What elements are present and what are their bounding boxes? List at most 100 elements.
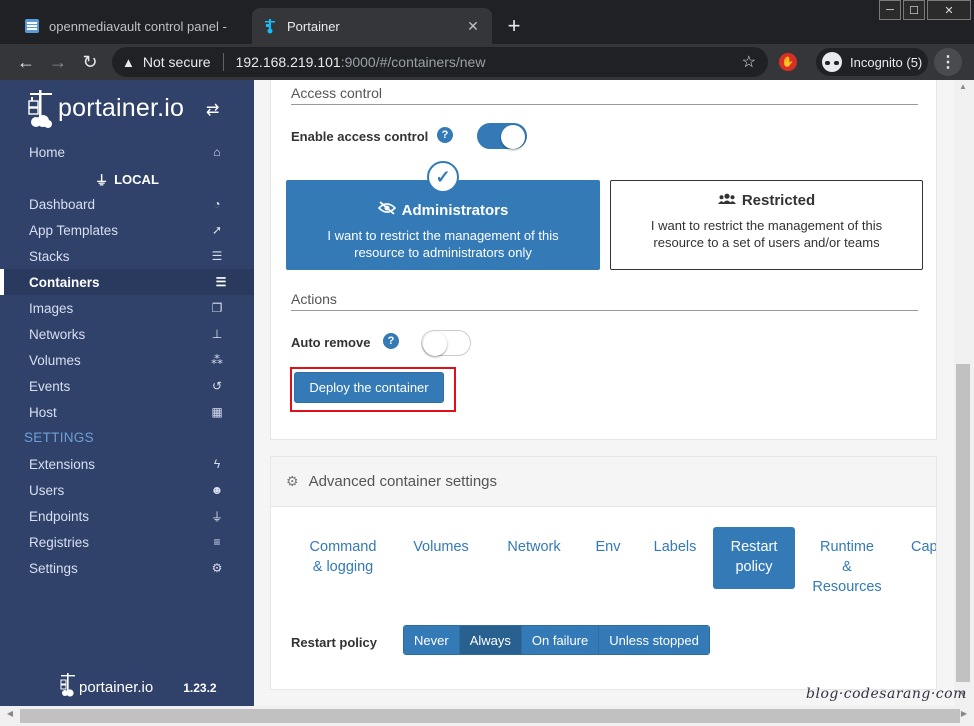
sidebar-item-label: Settings [29, 560, 78, 576]
browser-tab-omv[interactable]: openmediavault control panel - [14, 8, 242, 44]
restart-on-failure-option[interactable]: On failure [521, 626, 600, 654]
highlight-annotation [290, 367, 456, 412]
tab-command-logging[interactable]: Command & logging [299, 527, 387, 589]
sidebar-item-label: Containers [29, 274, 100, 290]
advanced-settings-panel: ⚙ Advanced container settings Command & … [270, 456, 937, 690]
sidebar-item-users[interactable]: Users ☻ [0, 477, 254, 503]
back-arrow-icon[interactable]: ← [12, 48, 40, 76]
tab-labels[interactable]: Labels [643, 527, 707, 589]
tab-label: & logging [312, 559, 374, 575]
tab-network[interactable]: Network [495, 527, 573, 589]
url-host[interactable]: 192.168.219.101 [236, 54, 341, 70]
browser-tab-title: openmediavault control panel - [49, 18, 227, 34]
auto-remove-label: Auto remove [291, 335, 371, 350]
browser-menu-icon[interactable]: ⋮ [934, 48, 962, 76]
settings-heading: SETTINGS [24, 430, 94, 445]
forward-arrow-icon[interactable]: → [44, 48, 72, 76]
sidebar-item-stacks[interactable]: Stacks ☰ [0, 243, 254, 269]
question-circle-icon[interactable]: ? [437, 127, 453, 143]
browser-tab-title: Portainer [287, 18, 340, 34]
sidebar-item-images[interactable]: Images ❐ [0, 295, 254, 321]
sidebar-item-label: App Templates [29, 222, 119, 238]
tab-runtime-resources[interactable]: Runtime & Resources [803, 527, 891, 595]
advanced-settings-title: Advanced container settings [308, 473, 498, 490]
extension-stop-icon[interactable]: ✋ [779, 53, 797, 71]
url-path[interactable]: :9000/#/containers/new [341, 54, 486, 70]
administrators-option[interactable]: Administrators I want to restrict the ma… [286, 180, 600, 270]
sidebar-item-label: Registries [29, 534, 90, 550]
restart-never-option[interactable]: Never [404, 626, 460, 654]
browser-tab-portainer[interactable]: Portainer ✕ [252, 8, 492, 44]
omv-favicon-icon [24, 18, 40, 34]
tachometer-icon: ◔ [213, 197, 221, 211]
sidebar-item-dashboard[interactable]: Dashboard ◔ [0, 191, 254, 217]
tab-label: Runtime [820, 539, 874, 555]
sidebar-item-label: Home [29, 144, 66, 160]
users-icon: ☻ [210, 483, 224, 497]
tab-label: Network [507, 539, 561, 555]
sidebar-item-settings[interactable]: Settings ⚙ [0, 555, 254, 581]
scroll-right-arrow-icon[interactable]: ▶ [957, 709, 971, 723]
sidebar-item-home[interactable]: Home ⌂ [0, 139, 254, 165]
toggle-knob [501, 125, 525, 149]
access-control-toggle[interactable] [477, 123, 527, 149]
bolt-icon: ϟ [213, 457, 221, 471]
tab-label: Resources [812, 579, 882, 595]
sidebar-item-events[interactable]: Events ↺ [0, 373, 254, 399]
warning-triangle-icon[interactable]: ▲ [122, 55, 135, 70]
sidebar-item-networks[interactable]: Networks ⊥ [0, 321, 254, 347]
tab-env[interactable]: Env [589, 527, 627, 589]
tab-restart-policy[interactable]: Restart policy [713, 527, 795, 589]
minimize-button[interactable]: ─ [879, 0, 901, 20]
sidebar-footer: portainer.io 1.23.2 [60, 672, 217, 703]
sidebar-item-containers[interactable]: Containers ☰ [0, 269, 254, 295]
security-status[interactable]: Not secure [143, 54, 211, 70]
plug-icon: ⏚ [210, 509, 223, 524]
horizontal-scrollbar[interactable]: ◀ ▶ [0, 706, 974, 726]
brand-name: portainer.io [58, 93, 185, 122]
th-list-icon: ☰ [211, 249, 223, 263]
sidebar-item-app-templates[interactable]: App Templates ➚ [0, 217, 254, 243]
address-bar[interactable]: ▲ Not secure 192.168.219.101 :9000/#/con… [112, 47, 768, 77]
swap-endpoint-icon[interactable]: ⇄ [206, 100, 219, 120]
restart-always-option[interactable]: Always [459, 626, 522, 654]
question-circle-icon[interactable]: ? [383, 333, 399, 349]
tab-close-icon[interactable]: ✕ [464, 17, 482, 35]
sitemap-icon: ⊥ [211, 327, 223, 341]
users-icon [717, 193, 736, 208]
sidebar-item-volumes[interactable]: Volumes ⁂ [0, 347, 254, 373]
rocket-icon: ➚ [211, 223, 223, 237]
cogs-icon: ⚙ [211, 561, 223, 575]
portainer-crane-icon [60, 672, 76, 703]
sidebar-item-extensions[interactable]: Extensions ϟ [0, 451, 254, 477]
vertical-scroll-thumb[interactable] [956, 364, 970, 682]
restricted-option[interactable]: Restricted I want to restrict the manage… [610, 180, 923, 270]
advanced-tabs: Command & logging Volumes Network Env La… [271, 527, 936, 597]
scroll-up-arrow-icon[interactable]: ▲ [954, 82, 972, 96]
new-tab-button[interactable]: + [500, 12, 528, 40]
bookmark-star-icon[interactable]: ☆ [742, 52, 756, 72]
th-icon: ▦ [211, 405, 223, 419]
portainer-logo[interactable]: portainer.io [28, 86, 184, 130]
scroll-left-arrow-icon[interactable]: ◀ [3, 709, 17, 723]
tab-volumes[interactable]: Volumes [403, 527, 479, 589]
sidebar-item-label: Stacks [29, 248, 70, 264]
tab-label: Command [309, 539, 377, 555]
tab-capabilities[interactable]: Capab [911, 527, 936, 589]
tab-label: & [842, 559, 852, 575]
vertical-scrollbar[interactable]: ▲ ▼ [954, 80, 974, 706]
sidebar-item-host[interactable]: Host ▦ [0, 399, 254, 425]
tab-label: policy [735, 559, 773, 575]
auto-remove-toggle[interactable] [421, 330, 471, 356]
browser-tab-strip: openmediavault control panel - Portainer… [0, 0, 974, 44]
portainer-crane-icon [28, 88, 54, 128]
incognito-button[interactable]: Incognito (5) [816, 48, 928, 76]
sidebar-item-registries[interactable]: Registries ≡ [0, 529, 254, 555]
reload-icon[interactable]: ↻ [76, 48, 104, 76]
close-window-button[interactable]: ✕ [927, 0, 971, 20]
maximize-button[interactable]: ☐ [903, 0, 925, 20]
restart-unless-stopped-option[interactable]: Unless stopped [599, 626, 709, 654]
sidebar-item-endpoints[interactable]: Endpoints ⏚ [0, 503, 254, 529]
horizontal-scroll-thumb[interactable] [20, 709, 960, 723]
eye-slash-icon [377, 201, 396, 219]
